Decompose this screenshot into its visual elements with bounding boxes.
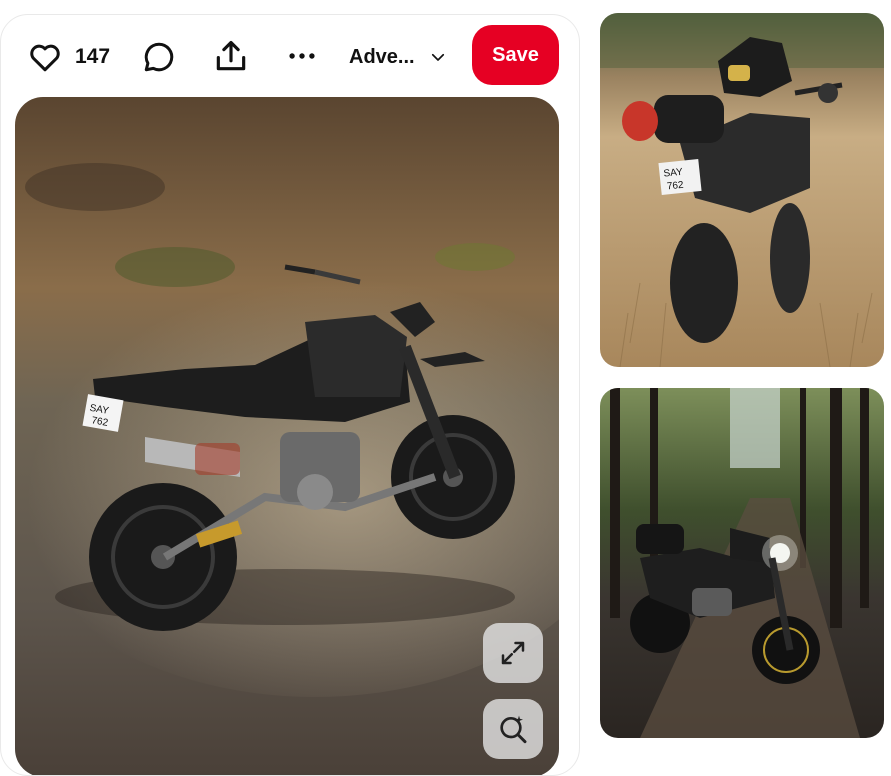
- visual-search-button[interactable]: [483, 699, 543, 759]
- svg-text:762: 762: [666, 180, 684, 193]
- expand-icon: [498, 638, 528, 668]
- related-pin-field[interactable]: SAY 762: [600, 13, 884, 367]
- pin-toolbar: 147 Adve... Save: [1, 15, 579, 97]
- more-icon[interactable]: [285, 39, 319, 73]
- expand-button[interactable]: [483, 623, 543, 683]
- board-select[interactable]: Adve...: [349, 41, 447, 73]
- svg-text:SAY: SAY: [663, 167, 684, 180]
- heart-icon[interactable]: [27, 39, 63, 75]
- like-count: 147: [75, 45, 111, 68]
- share-icon[interactable]: [212, 37, 250, 75]
- main-pin-image[interactable]: SAY 762: [15, 97, 559, 775]
- related-pin-forest[interactable]: [600, 388, 884, 738]
- comment-icon[interactable]: [141, 39, 177, 75]
- board-name: Adve...: [349, 45, 415, 68]
- visual-search-icon: [497, 713, 529, 745]
- pin-card: 147 Adve... Save SAY 762: [0, 14, 580, 776]
- save-button[interactable]: Save: [472, 25, 559, 85]
- chevron-down-icon: [429, 48, 447, 66]
